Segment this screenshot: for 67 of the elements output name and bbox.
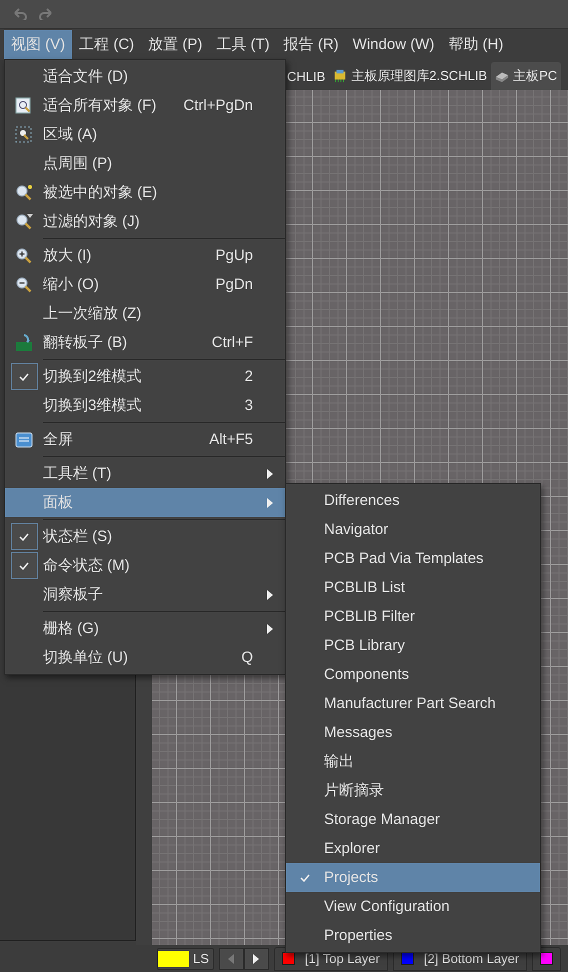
zoom-in-icon xyxy=(15,246,33,264)
menu-item[interactable]: 缩小 (O) PgDn xyxy=(5,270,285,299)
menu-bar-item[interactable]: 帮助 (H) xyxy=(441,30,510,59)
document-tab[interactable]: 主板PC xyxy=(491,62,562,90)
fullscreen-icon xyxy=(15,432,33,448)
menu-bar-item[interactable]: 报告 (R) xyxy=(276,30,346,59)
menu-item[interactable]: PCB Pad Via Templates xyxy=(286,544,540,573)
menu-item[interactable]: 工具栏 (T) xyxy=(5,459,285,488)
menu-item[interactable]: 切换到3维模式 3 xyxy=(5,391,285,420)
menu-item[interactable]: Storage Manager xyxy=(286,805,540,834)
current-layer-chip[interactable]: LS xyxy=(157,948,214,970)
menu-item[interactable]: 状态栏 (S) xyxy=(5,522,285,551)
zoom-selected-icon xyxy=(15,184,33,202)
menu-item[interactable]: View Configuration xyxy=(286,892,540,921)
submenu-arrow-icon xyxy=(267,498,273,508)
menu-item[interactable]: 区域 (A) xyxy=(5,120,285,149)
menu-item[interactable]: Messages xyxy=(286,718,540,747)
document-tab[interactable]: CHLIB xyxy=(283,62,330,90)
menu-item[interactable]: 命令状态 (M) xyxy=(5,551,285,580)
menu-item[interactable]: Components xyxy=(286,660,540,689)
board-flip-icon xyxy=(15,334,33,352)
checkbox[interactable] xyxy=(10,552,38,579)
menu-bar-item[interactable]: 工程 (C) xyxy=(72,30,142,59)
schematic-library-icon xyxy=(333,69,348,83)
menu-item[interactable]: 输出 xyxy=(286,747,540,776)
check-icon xyxy=(300,874,310,882)
menu-item[interactable]: 适合文件 (D) xyxy=(5,62,285,91)
menu-item[interactable]: 片断摘录 xyxy=(286,776,540,805)
menu-item[interactable]: 过滤的对象 (J) xyxy=(5,207,285,236)
right-arrow-icon xyxy=(253,954,260,964)
zoom-area-icon xyxy=(15,126,33,144)
menu-item[interactable]: 上一次缩放 (Z) xyxy=(5,299,285,328)
menu-item[interactable]: Manufacturer Part Search xyxy=(286,689,540,718)
checkbox[interactable] xyxy=(10,363,38,390)
menu-bar-item[interactable]: 放置 (P) xyxy=(141,30,210,59)
next-layer-button[interactable] xyxy=(244,948,269,970)
menu-item[interactable]: PCBLIB List xyxy=(286,573,540,602)
check-icon xyxy=(19,532,29,540)
menu-item[interactable]: 切换到2维模式 2 xyxy=(5,362,285,391)
menu-item[interactable]: Explorer xyxy=(286,834,540,863)
menu-item[interactable]: 栅格 (G) xyxy=(5,614,285,643)
menu-item[interactable]: 翻转板子 (B) Ctrl+F xyxy=(5,328,285,357)
menu-item[interactable]: Navigator xyxy=(286,515,540,544)
left-arrow-icon xyxy=(228,954,234,964)
menu-item[interactable]: 洞察板子 xyxy=(5,580,285,609)
menu-item[interactable]: 点周围 (P) xyxy=(5,149,285,178)
menu-item[interactable]: PCB Library xyxy=(286,631,540,660)
menu-item[interactable]: Differences xyxy=(286,486,540,515)
menu-item[interactable]: 全屏 Alt+F5 xyxy=(5,425,285,454)
check-icon xyxy=(19,372,29,380)
submenu-arrow-icon xyxy=(267,624,273,634)
menu-item[interactable]: 被选中的对象 (E) xyxy=(5,178,285,207)
zoom-filter-icon xyxy=(15,212,33,230)
zoom-out-icon xyxy=(15,276,33,294)
menu-item[interactable]: 切换单位 (U) Q xyxy=(5,643,285,672)
menu-item[interactable]: 放大 (I) PgUp xyxy=(5,241,285,270)
layer-tab[interactable] xyxy=(532,946,562,970)
zoom-page-icon xyxy=(15,96,33,114)
check-icon xyxy=(19,562,29,570)
menu-bar-item[interactable]: 工具 (T) xyxy=(209,30,277,59)
document-tab[interactable]: 主板原理图库2.SCHLIB xyxy=(329,62,492,90)
menu-item[interactable]: PCBLIB Filter xyxy=(286,602,540,631)
menu-item[interactable]: 适合所有对象 (F) Ctrl+PgDn xyxy=(5,91,285,120)
submenu-arrow-icon xyxy=(267,590,273,600)
checkbox[interactable] xyxy=(10,523,38,550)
menu-bar-item[interactable]: Window (W) xyxy=(346,31,442,58)
submenu-arrow-icon xyxy=(267,468,273,478)
